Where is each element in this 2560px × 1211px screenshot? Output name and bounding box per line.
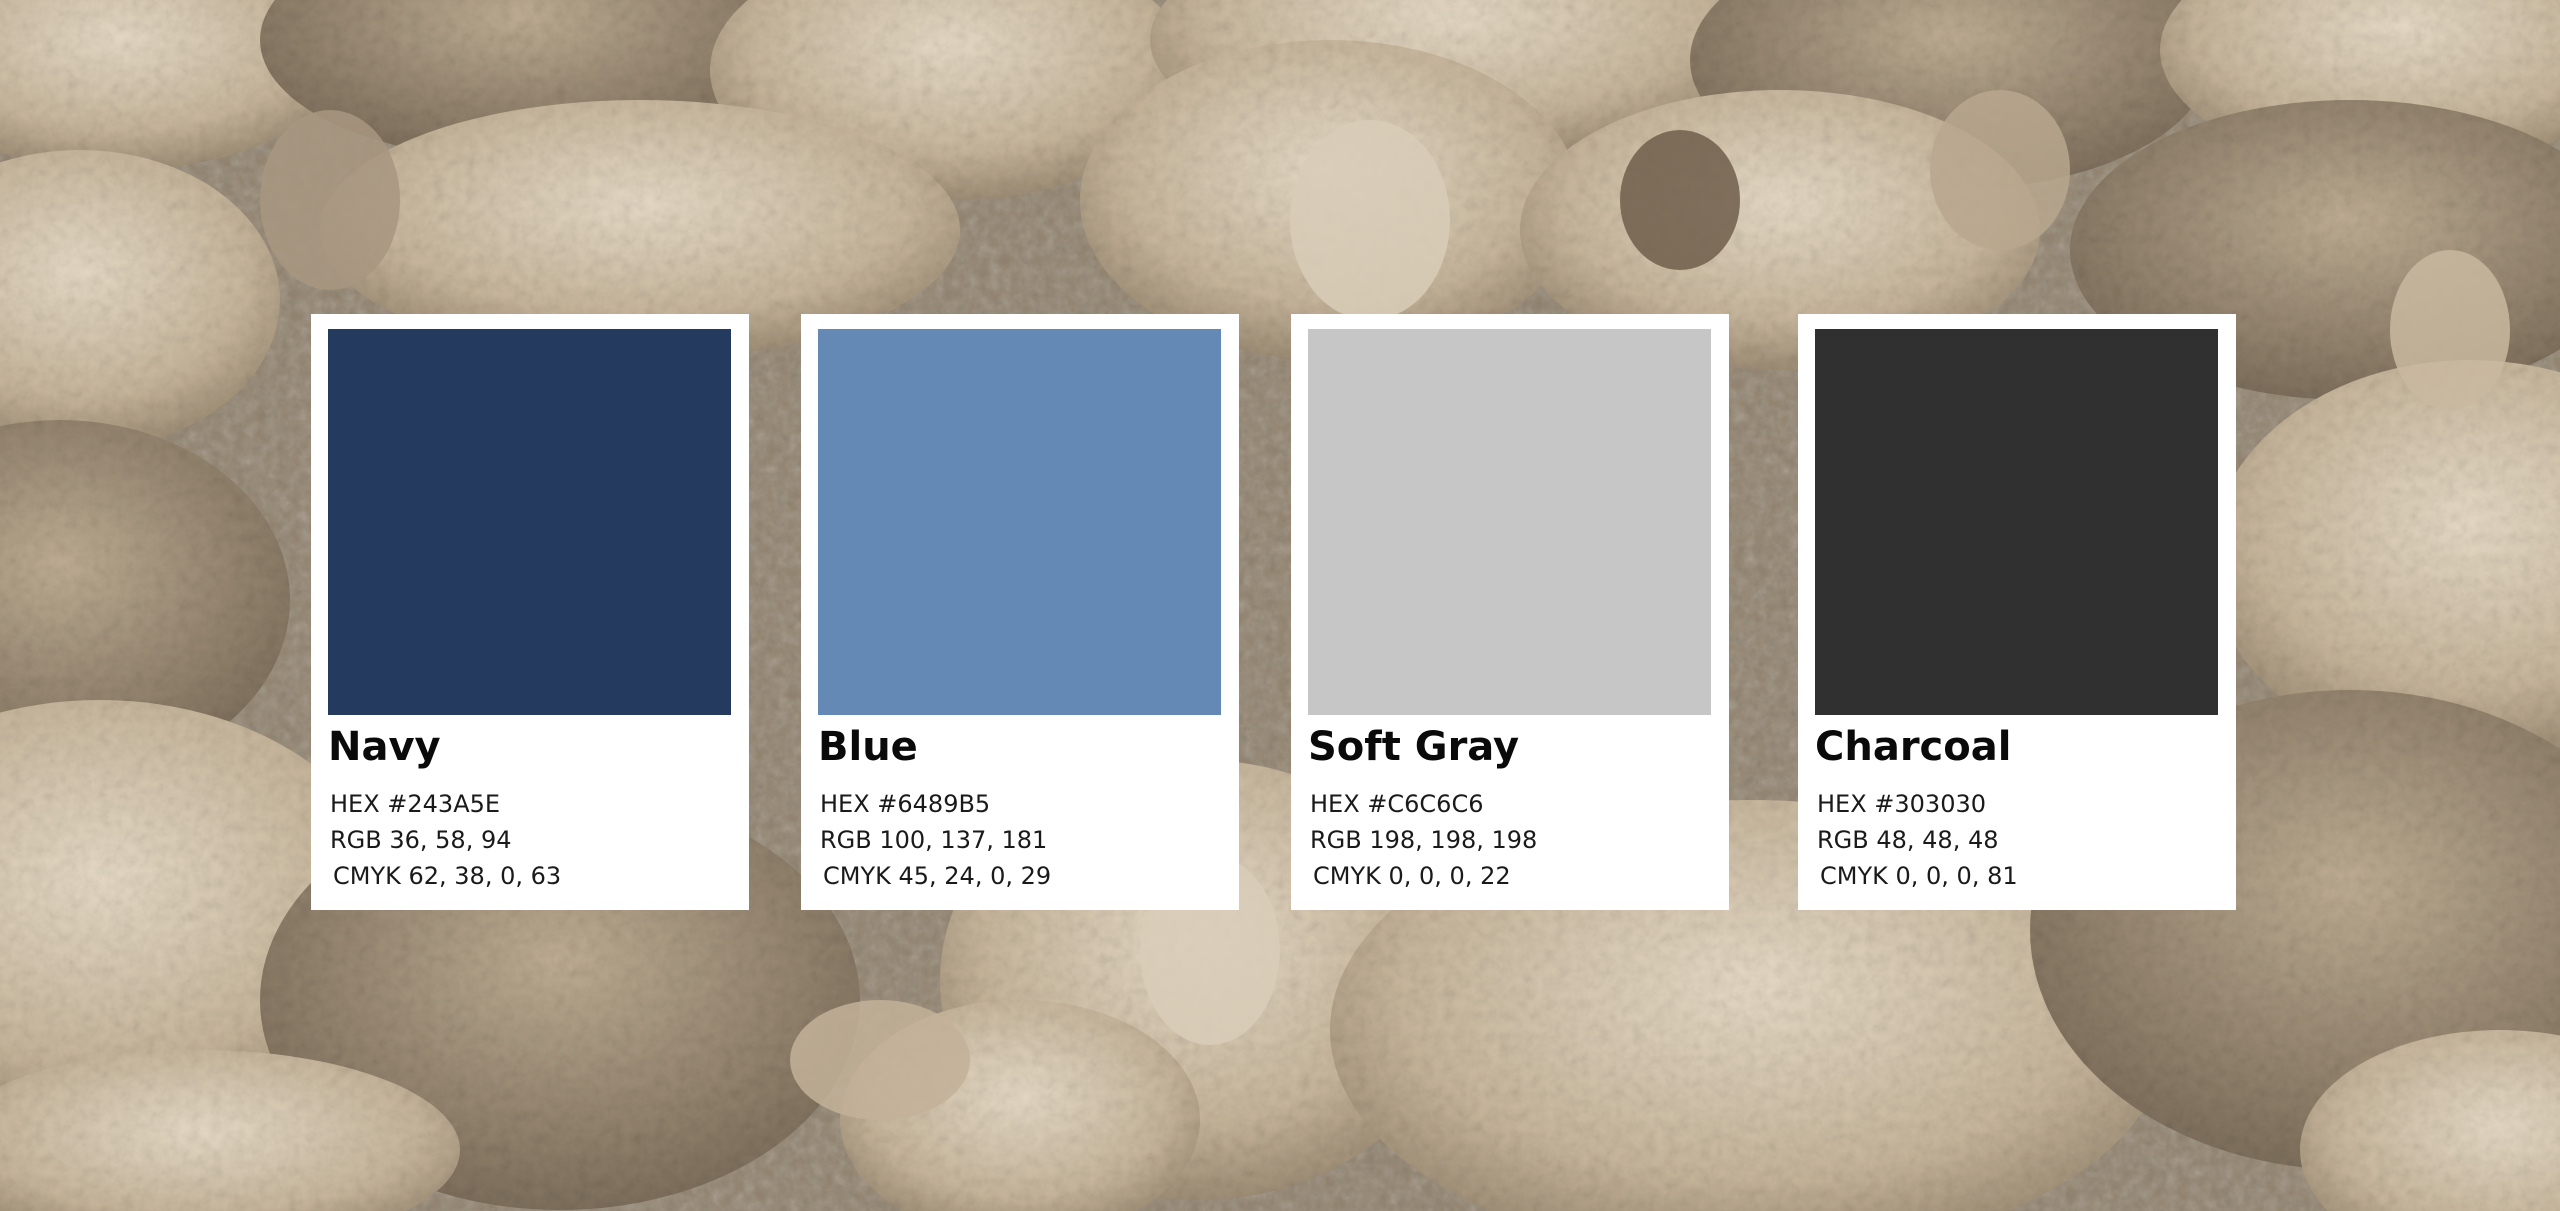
- color-card-soft-gray: Soft Gray HEX #C6C6C6 RGB 198, 198, 198 …: [1291, 314, 1729, 910]
- color-values: HEX #303030 RGB 48, 48, 48 CMYK 0, 0, 0,…: [1817, 786, 2018, 894]
- color-name: Navy: [328, 724, 441, 770]
- hex-value: HEX #303030: [1817, 790, 1987, 818]
- swatch-soft-gray: [1308, 329, 1711, 715]
- cmyk-value: CMYK 0, 0, 0, 81: [1820, 862, 2018, 890]
- hex-value: HEX #C6C6C6: [1310, 790, 1484, 818]
- rgb-value: RGB 100, 137, 181: [820, 826, 1048, 854]
- color-name: Soft Gray: [1308, 724, 1520, 770]
- color-values: HEX #6489B5 RGB 100, 137, 181 CMYK 45, 2…: [820, 786, 1051, 894]
- cmyk-value: CMYK 62, 38, 0, 63: [333, 862, 562, 890]
- color-values: HEX #C6C6C6 RGB 198, 198, 198 CMYK 0, 0,…: [1310, 786, 1537, 894]
- swatch-navy: [328, 329, 731, 715]
- rgb-value: RGB 198, 198, 198: [1310, 826, 1538, 854]
- hex-value: HEX #243A5E: [330, 790, 501, 818]
- swatch-blue: [818, 329, 1221, 715]
- color-palette: Navy HEX #243A5E RGB 36, 58, 94 CMYK 62,…: [0, 0, 2560, 1211]
- color-name: Blue: [818, 724, 918, 770]
- cmyk-value: CMYK 45, 24, 0, 29: [823, 862, 1052, 890]
- cmyk-value: CMYK 0, 0, 0, 22: [1313, 862, 1511, 890]
- color-values: HEX #243A5E RGB 36, 58, 94 CMYK 62, 38, …: [330, 786, 561, 894]
- color-card-charcoal: Charcoal HEX #303030 RGB 48, 48, 48 CMYK…: [1798, 314, 2236, 910]
- color-card-navy: Navy HEX #243A5E RGB 36, 58, 94 CMYK 62,…: [311, 314, 749, 910]
- rgb-value: RGB 36, 58, 94: [330, 826, 512, 854]
- color-name: Charcoal: [1815, 724, 2012, 770]
- swatch-charcoal: [1815, 329, 2218, 715]
- rgb-value: RGB 48, 48, 48: [1817, 826, 1999, 854]
- hex-value: HEX #6489B5: [820, 790, 991, 818]
- color-card-blue: Blue HEX #6489B5 RGB 100, 137, 181 CMYK …: [801, 314, 1239, 910]
